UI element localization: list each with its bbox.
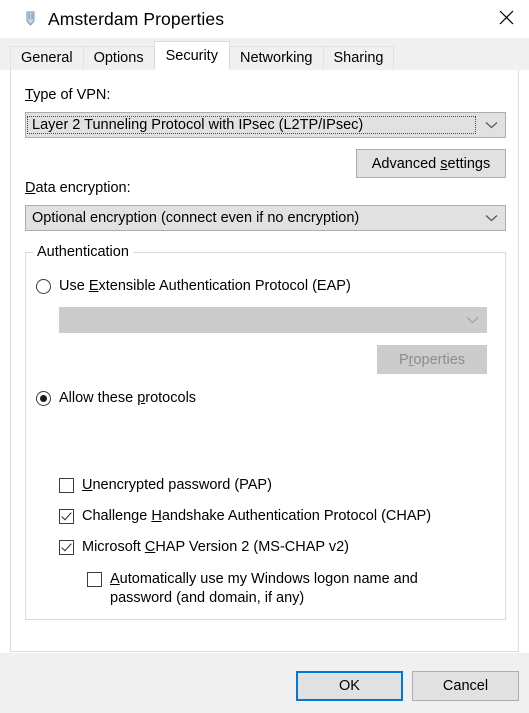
- radio-indicator: [36, 278, 51, 294]
- advanced-settings-label: Advanced settings: [371, 155, 491, 172]
- radio-allow-protocols[interactable]: Allow these protocols: [36, 390, 196, 406]
- radio-allow-protocols-label: Allow these protocols: [59, 390, 197, 406]
- authentication-group-label: Authentication: [33, 244, 133, 260]
- data-encryption-label: Data encryption:: [25, 180, 131, 196]
- chevron-down-icon: [477, 121, 505, 129]
- radio-use-eap-label: Use Extensible Authentication Protocol (…: [59, 278, 351, 294]
- chevron-down-icon: [458, 316, 486, 324]
- ok-button[interactable]: OK: [296, 671, 403, 701]
- chevron-down-icon: [477, 214, 505, 222]
- advanced-settings-button[interactable]: Advanced settings: [356, 149, 506, 178]
- vpn-type-label: Type of VPN:: [25, 87, 111, 103]
- dialog-button-bar: OK Cancel: [0, 653, 529, 713]
- tab-strip: General Options Security Networking Shar…: [0, 38, 529, 70]
- checkbox-indicator: [59, 478, 74, 493]
- eap-properties-label: Properties: [398, 351, 466, 368]
- radio-indicator: [36, 390, 51, 406]
- window-title: Amsterdam Properties: [48, 8, 225, 29]
- security-tab-panel: Type of VPN: Layer 2 Tunneling Protocol …: [10, 70, 519, 652]
- checkbox-indicator: [59, 540, 74, 555]
- checkbox-pap[interactable]: Unencrypted password (PAP): [59, 476, 272, 495]
- close-button[interactable]: [483, 0, 529, 34]
- close-icon: [499, 10, 513, 24]
- data-encryption-value: Optional encryption (connect even if no …: [32, 210, 360, 226]
- checkbox-pap-label: Unencrypted password (PAP): [82, 477, 272, 493]
- eap-properties-button[interactable]: Properties: [377, 345, 487, 374]
- checkbox-chap-label: Challenge Handshake Authentication Proto…: [82, 508, 432, 524]
- checkbox-indicator: [59, 509, 74, 524]
- checkbox-mschapv2[interactable]: Microsoft CHAP Version 2 (MS-CHAP v2): [59, 538, 349, 557]
- tab-general[interactable]: General: [10, 46, 84, 70]
- eap-method-combobox[interactable]: [59, 307, 487, 333]
- radio-use-eap[interactable]: Use Extensible Authentication Protocol (…: [36, 278, 351, 294]
- tab-sharing[interactable]: Sharing: [322, 46, 395, 70]
- checkbox-mschapv2-label: Microsoft CHAP Version 2 (MS-CHAP v2): [82, 539, 349, 555]
- tab-networking[interactable]: Networking: [228, 46, 324, 70]
- data-encryption-combobox[interactable]: Optional encryption (connect even if no …: [25, 205, 506, 231]
- vpn-connection-icon: [23, 11, 39, 29]
- title-bar: Amsterdam Properties: [0, 0, 529, 38]
- tab-options[interactable]: Options: [82, 46, 155, 70]
- vpn-type-combobox[interactable]: Layer 2 Tunneling Protocol with IPsec (L…: [25, 112, 506, 138]
- checkbox-auto-logon-label: Automatically use my Windows logon name …: [110, 571, 418, 606]
- cancel-button[interactable]: Cancel: [412, 671, 519, 701]
- checkbox-auto-logon[interactable]: Automatically use my Windows logon name …: [87, 570, 418, 608]
- tab-security[interactable]: Security: [153, 41, 230, 70]
- vpn-type-value: Layer 2 Tunneling Protocol with IPsec (L…: [27, 116, 476, 134]
- checkbox-chap[interactable]: Challenge Handshake Authentication Proto…: [59, 507, 431, 526]
- checkbox-indicator: [87, 572, 102, 587]
